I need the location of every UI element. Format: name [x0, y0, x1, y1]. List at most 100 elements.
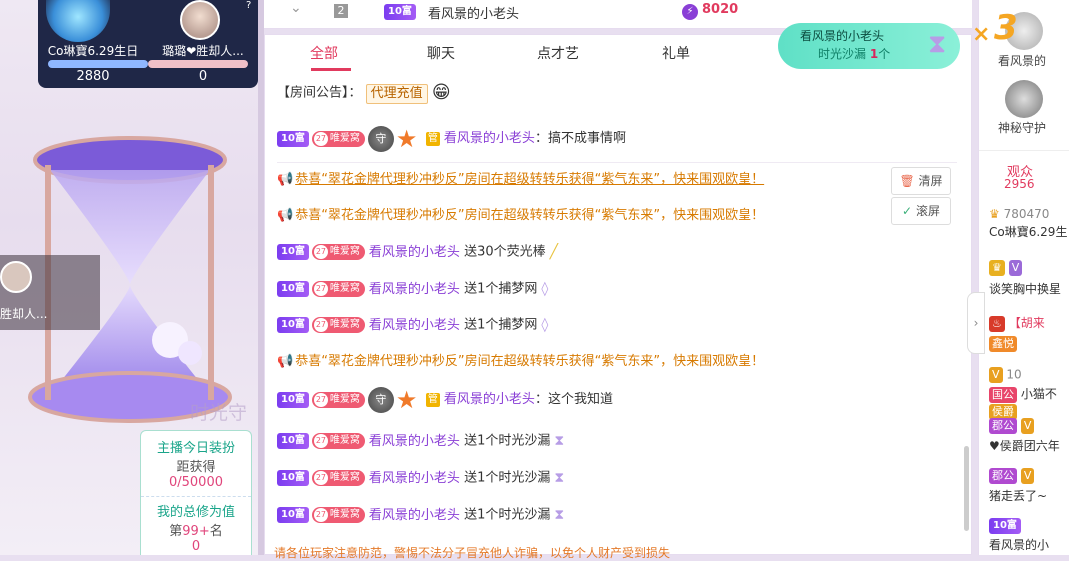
fan-badge: 27 唯爱窝 — [311, 470, 365, 486]
pk-left-score: 2880 — [76, 69, 110, 84]
viewer-row[interactable]: V 10 — [989, 367, 1022, 383]
card-line2: 距获得 — [176, 460, 216, 475]
viewer-row[interactable]: 猪走丢了~ — [989, 487, 1047, 504]
fan-club: 唯爱窝 — [329, 435, 360, 446]
fan-club: 唯爱窝 — [329, 509, 360, 520]
tab-talent[interactable]: 点才艺 — [537, 43, 579, 63]
message-user[interactable]: 看风景的小老头 — [369, 471, 460, 486]
grin-emoji-icon: 😁 — [431, 82, 451, 103]
viewer-row[interactable]: 郡公 V — [989, 418, 1035, 434]
system-message-text[interactable]: 恭喜“翠花金牌代理秒冲秒反”房间在超级转转乐获得“紫气东来”，快来围观欧皇！ — [295, 354, 764, 369]
chat-message: 10富 27 唯爱窝守 ★ 管看风景的小老头：搞不成事情啊 — [277, 124, 957, 154]
message-user[interactable]: 看风景的小老头 — [369, 245, 460, 260]
viewer-row[interactable]: ♛ V — [989, 260, 1023, 276]
fan-level: 27 — [313, 508, 328, 522]
clear-screen-button[interactable]: 🗑 清屏 — [891, 167, 951, 195]
card-line4: 我的总修为值 — [141, 496, 251, 520]
rank-number: 2 — [334, 4, 348, 18]
pk-right-avatar[interactable] — [180, 0, 220, 40]
viewer-row[interactable]: 谈笑胸中换星 — [989, 280, 1061, 297]
divider — [277, 162, 957, 163]
fan-club: 唯爱窝 — [329, 319, 360, 330]
viewer-row[interactable]: 10富 — [989, 518, 1021, 534]
level-badge: 10富 — [277, 244, 309, 260]
message-text: 送1个捕梦网 — [464, 317, 538, 333]
cultivation-card[interactable]: 主播今日装扮 距获得 0/50000 我的总修为值 第99+名 0 — [140, 430, 252, 555]
system-message: 📢 恭喜“翠花金牌代理秒冲秒反”房间在超级转转乐获得“紫气东来”，快来围观欧皇！ — [277, 165, 957, 195]
hourglass-gift-icon: ⧗ — [928, 29, 947, 59]
vip-badge: V — [1008, 260, 1023, 276]
fan-badge: 27 唯爱窝 — [311, 507, 365, 523]
chevron-down-icon[interactable]: ⌄ — [290, 0, 302, 16]
gift-toast: 看风景的小老头 时光沙漏 1个 ⧗ — [778, 23, 960, 69]
gift-message: 10富 27 唯爱窝 看风景的小老头 送1个时光沙漏 ⧗ — [277, 426, 957, 456]
viewer-row[interactable]: 鑫悦 — [989, 336, 1017, 352]
tab-all[interactable]: 全部 — [310, 43, 338, 63]
viewer-tag: 鑫悦 — [989, 336, 1017, 352]
viewer-name: 猪走丢了~ — [989, 489, 1048, 503]
guard-shield-icon: 守 — [367, 125, 394, 152]
rank-tag: 国公 — [989, 386, 1017, 403]
message-user[interactable]: 看风景的小老头 — [444, 392, 535, 407]
message-user[interactable]: 看风景的小老头 — [369, 282, 460, 297]
help-icon[interactable]: ? — [246, 0, 251, 11]
system-message-text[interactable]: 恭喜“翠花金牌代理秒冲秒反”房间在超级转转乐获得“紫气东来”，快来围观欧皇！ — [295, 208, 764, 223]
live-stream-view[interactable]: Co琳寶6.29生日 2880 璐璐❤胜却人... 0 ? 胜却人... 时光守… — [0, 0, 258, 555]
notice-tag[interactable]: 代理充值 — [365, 83, 428, 104]
safety-notice: 请各位玩家注意防范，警惕不法分子冒充他人诈骗，以免个人财产受到损失 — [274, 546, 671, 560]
viewer-row[interactable]: 国公 小猫不 — [989, 385, 1057, 403]
tab-chat[interactable]: 聊天 — [427, 43, 455, 63]
level-badge: 10富 — [989, 518, 1021, 534]
toast-count: 1 — [869, 47, 879, 61]
viewer-row[interactable]: ♥侯爵团六年 — [989, 437, 1060, 454]
rank-user-name[interactable]: 看风景的小老头 — [428, 3, 519, 22]
viewer-name: 看风景的小 — [989, 538, 1050, 552]
mystery-guard-label: 神秘守护 — [998, 121, 1047, 135]
fan-badge: 27 唯爱窝 — [311, 391, 365, 408]
hourglass-gift-icon: ⧗ — [554, 433, 565, 449]
message-user[interactable]: 看风景的小老头 — [369, 318, 460, 333]
dreamcatcher-icon: ◊ — [541, 317, 549, 333]
glowstick-icon: ╱ — [549, 244, 559, 260]
message-text: 送1个时光沙漏 — [464, 433, 551, 449]
message-user[interactable]: 看风景的小老头 — [369, 434, 460, 449]
message-user[interactable]: 看风景的小老头 — [444, 131, 535, 146]
system-message: 📢 恭喜“翠花金牌代理秒冲秒反”房间在超级转转乐获得“紫气东来”，快来围观欧皇！ — [277, 347, 957, 377]
combo-multiplier-x: × — [972, 22, 991, 47]
mystery-guard-icon[interactable] — [1005, 80, 1043, 118]
viewer-value: 10 — [1006, 367, 1022, 382]
tab-gift-list[interactable]: 礼单 — [662, 43, 690, 63]
pk-side-user[interactable]: 胜却人... — [0, 255, 100, 330]
rank-prefix: 第 — [169, 524, 183, 539]
fan-club: 唯爱窝 — [329, 472, 360, 483]
vip-badge: V — [1020, 468, 1035, 484]
pk-left-bar — [48, 60, 148, 68]
scroll-screen-button[interactable]: ✓ 滚屏 — [891, 197, 951, 225]
message-text: 送1个时光沙漏 — [464, 470, 551, 486]
level-badge: 10富 — [384, 4, 416, 20]
horn-icon: 📢 — [277, 354, 294, 369]
card-line1: 主播今日装扮 — [156, 441, 235, 456]
chat-scrollbar[interactable] — [964, 446, 969, 531]
viewer-row[interactable]: ♨ 【胡来 — [989, 314, 1045, 332]
guard-shield-icon: 守 — [367, 386, 394, 413]
pk-right-score: 0 — [198, 69, 208, 84]
gift-message: 10富 27 唯爱窝 看风景的小老头 送1个时光沙漏 ⧗ — [277, 463, 957, 493]
fan-level: 27 — [313, 318, 328, 332]
pk-left-name: Co琳寶6.29生日 — [47, 44, 139, 58]
message-user[interactable]: 看风景的小老头 — [369, 508, 460, 523]
right-sidebar: 看风景的 神秘守护 观众 2956 ♛ 780470 Co琳寶6.29生 ♛ V… — [978, 0, 1069, 555]
viewer-row[interactable]: Co琳寶6.29生 — [989, 223, 1067, 240]
room-notice: 【房间公告】： 代理充值 😁 — [277, 78, 957, 108]
rank-value: 99+ — [182, 524, 210, 539]
viewer-row[interactable]: 郡公 V — [989, 468, 1035, 484]
chat-message: 10富 27 唯爱窝守 ★ 管看风景的小老头：这个我知道 — [277, 385, 957, 415]
tab-active-indicator — [311, 68, 351, 71]
collapse-sidebar-button[interactable]: › — [967, 292, 985, 354]
trash-icon: 🗑 — [899, 174, 915, 188]
viewer-row[interactable]: ♛ 780470 — [989, 207, 1049, 221]
rank-tag: 郡公 — [989, 468, 1017, 484]
viewer-row[interactable]: 看风景的小 — [989, 536, 1049, 553]
system-message-text[interactable]: 恭喜“翠花金牌代理秒冲秒反”房间在超级转转乐获得“紫气东来”，快来围观欧皇！ — [295, 172, 764, 187]
fan-level: 27 — [313, 245, 328, 259]
